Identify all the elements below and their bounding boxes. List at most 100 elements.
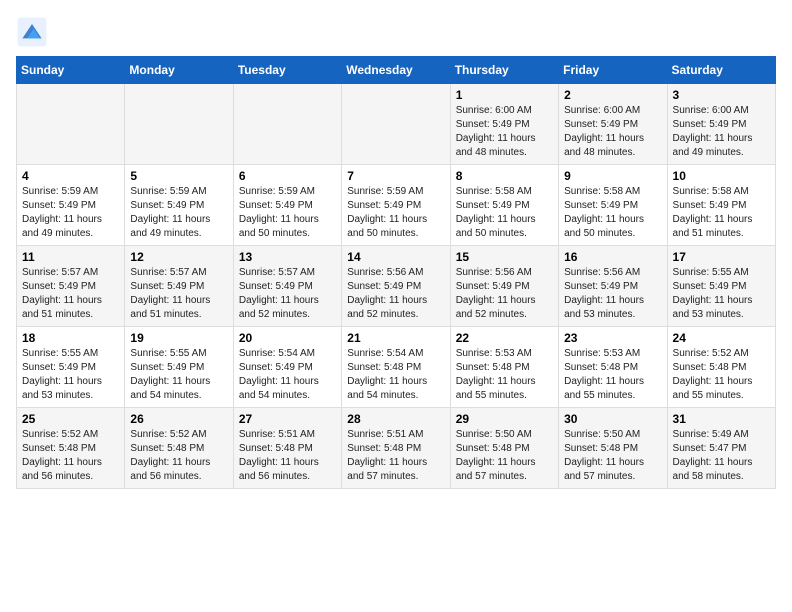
cell-info: Sunrise: 5:49 AM Sunset: 5:47 PM Dayligh…: [673, 428, 770, 484]
cell-info: Sunrise: 5:56 AM Sunset: 5:49 PM Dayligh…: [456, 266, 553, 322]
cell-info: Sunrise: 5:54 AM Sunset: 5:49 PM Dayligh…: [239, 347, 336, 403]
cell-info: Sunrise: 5:57 AM Sunset: 5:49 PM Dayligh…: [130, 266, 227, 322]
day-number: 27: [239, 412, 336, 426]
cell-info: Sunrise: 6:00 AM Sunset: 5:49 PM Dayligh…: [456, 104, 553, 160]
weekday-header: Monday: [125, 57, 233, 84]
calendar-cell: 29 Sunrise: 5:50 AM Sunset: 5:48 PM Dayli…: [450, 408, 558, 489]
day-number: 26: [130, 412, 227, 426]
cell-info: Sunrise: 5:53 AM Sunset: 5:48 PM Dayligh…: [564, 347, 661, 403]
cell-info: Sunrise: 5:51 AM Sunset: 5:48 PM Dayligh…: [239, 428, 336, 484]
day-number: 31: [673, 412, 770, 426]
calendar-cell: 5Sunrise: 5:59 AM Sunset: 5:49 PM Daylig…: [125, 165, 233, 246]
logo: [16, 16, 50, 48]
calendar-cell: [233, 84, 341, 165]
calendar-cell: 8 Sunrise: 5:58 AM Sunset: 5:49 PM Daylig…: [450, 165, 558, 246]
calendar-week-row: 25 Sunrise: 5:52 AM Sunset: 5:48 PM Dayli…: [17, 408, 776, 489]
calendar-cell: 7 Sunrise: 5:59 AM Sunset: 5:49 PM Daylig…: [342, 165, 450, 246]
logo-icon: [16, 16, 48, 48]
day-number: 13: [239, 250, 336, 264]
calendar-cell: [125, 84, 233, 165]
cell-info: Sunrise: 5:52 AM Sunset: 5:48 PM Dayligh…: [22, 428, 119, 484]
day-number: 7: [347, 169, 444, 183]
day-number: 19: [130, 331, 227, 345]
calendar-cell: 24 Sunrise: 5:52 AM Sunset: 5:48 PM Dayli…: [667, 327, 775, 408]
calendar-cell: 28Sunrise: 5:51 AM Sunset: 5:48 PM Dayli…: [342, 408, 450, 489]
cell-info: Sunrise: 6:00 AM Sunset: 5:49 PM Dayligh…: [673, 104, 770, 160]
day-number: 16: [564, 250, 661, 264]
page-header: [16, 16, 776, 48]
cell-info: Sunrise: 6:00 AM Sunset: 5:49 PM Dayligh…: [564, 104, 661, 160]
day-number: 14: [347, 250, 444, 264]
weekday-header: Tuesday: [233, 57, 341, 84]
cell-info: Sunrise: 5:58 AM Sunset: 5:49 PM Dayligh…: [564, 185, 661, 241]
day-number: 17: [673, 250, 770, 264]
cell-info: Sunrise: 5:59 AM Sunset: 5:49 PM Dayligh…: [239, 185, 336, 241]
cell-info: Sunrise: 5:51 AM Sunset: 5:48 PM Dayligh…: [347, 428, 444, 484]
calendar-cell: 12 Sunrise: 5:57 AM Sunset: 5:49 PM Dayli…: [125, 246, 233, 327]
calendar-cell: 30 Sunrise: 5:50 AM Sunset: 5:48 PM Dayli…: [559, 408, 667, 489]
cell-info: Sunrise: 5:58 AM Sunset: 5:49 PM Dayligh…: [673, 185, 770, 241]
day-number: 18: [22, 331, 119, 345]
weekday-header: Sunday: [17, 57, 125, 84]
day-number: 21: [347, 331, 444, 345]
day-number: 22: [456, 331, 553, 345]
day-number: 30: [564, 412, 661, 426]
weekday-header: Wednesday: [342, 57, 450, 84]
day-number: 24: [673, 331, 770, 345]
day-number: 12: [130, 250, 227, 264]
cell-info: Sunrise: 5:58 AM Sunset: 5:49 PM Dayligh…: [456, 185, 553, 241]
calendar-cell: [342, 84, 450, 165]
calendar-cell: 25 Sunrise: 5:52 AM Sunset: 5:48 PM Dayli…: [17, 408, 125, 489]
calendar-cell: 21 Sunrise: 5:54 AM Sunset: 5:48 PM Dayli…: [342, 327, 450, 408]
calendar-table: SundayMondayTuesdayWednesdayThursdayFrid…: [16, 56, 776, 489]
day-number: 8: [456, 169, 553, 183]
calendar-week-row: 1Sunrise: 6:00 AM Sunset: 5:49 PM Daylig…: [17, 84, 776, 165]
cell-info: Sunrise: 5:57 AM Sunset: 5:49 PM Dayligh…: [22, 266, 119, 322]
weekday-header-row: SundayMondayTuesdayWednesdayThursdayFrid…: [17, 57, 776, 84]
calendar-cell: 3 Sunrise: 6:00 AM Sunset: 5:49 PM Daylig…: [667, 84, 775, 165]
cell-info: Sunrise: 5:50 AM Sunset: 5:48 PM Dayligh…: [564, 428, 661, 484]
calendar-cell: 1Sunrise: 6:00 AM Sunset: 5:49 PM Daylig…: [450, 84, 558, 165]
cell-info: Sunrise: 5:52 AM Sunset: 5:48 PM Dayligh…: [130, 428, 227, 484]
cell-info: Sunrise: 5:54 AM Sunset: 5:48 PM Dayligh…: [347, 347, 444, 403]
day-number: 20: [239, 331, 336, 345]
calendar-cell: 22 Sunrise: 5:53 AM Sunset: 5:48 PM Dayli…: [450, 327, 558, 408]
day-number: 4: [22, 169, 119, 183]
day-number: 15: [456, 250, 553, 264]
day-number: 25: [22, 412, 119, 426]
day-number: 5: [130, 169, 227, 183]
cell-info: Sunrise: 5:59 AM Sunset: 5:49 PM Dayligh…: [347, 185, 444, 241]
calendar-week-row: 4 Sunrise: 5:59 AM Sunset: 5:49 PM Daylig…: [17, 165, 776, 246]
weekday-header: Thursday: [450, 57, 558, 84]
calendar-cell: 19 Sunrise: 5:55 AM Sunset: 5:49 PM Dayli…: [125, 327, 233, 408]
calendar-cell: 20 Sunrise: 5:54 AM Sunset: 5:49 PM Dayli…: [233, 327, 341, 408]
calendar-cell: 18Sunrise: 5:55 AM Sunset: 5:49 PM Dayli…: [17, 327, 125, 408]
cell-info: Sunrise: 5:56 AM Sunset: 5:49 PM Dayligh…: [347, 266, 444, 322]
day-number: 6: [239, 169, 336, 183]
cell-info: Sunrise: 5:59 AM Sunset: 5:49 PM Dayligh…: [22, 185, 119, 241]
calendar-week-row: 18 Sunrise: 5:55 AM Sunset: 5:49 PM Dayli…: [17, 327, 776, 408]
day-number: 29: [456, 412, 553, 426]
day-number: 11: [22, 250, 119, 264]
cell-info: Sunrise: 5:56 AM Sunset: 5:49 PM Dayligh…: [564, 266, 661, 322]
weekday-header: Saturday: [667, 57, 775, 84]
calendar-cell: 23Sunrise: 5:53 AM Sunset: 5:48 PM Dayli…: [559, 327, 667, 408]
calendar-cell: 11 Sunrise: 5:57 AM Sunset: 5:49 PM Dayli…: [17, 246, 125, 327]
cell-info: Sunrise: 5:57 AM Sunset: 5:49 PM Dayligh…: [239, 266, 336, 322]
cell-info: Sunrise: 5:55 AM Sunset: 5:49 PM Dayligh…: [130, 347, 227, 403]
calendar-cell: 4 Sunrise: 5:59 AM Sunset: 5:49 PM Daylig…: [17, 165, 125, 246]
day-number: 10: [673, 169, 770, 183]
cell-info: Sunrise: 5:50 AM Sunset: 5:48 PM Dayligh…: [456, 428, 553, 484]
day-number: 2: [564, 88, 661, 102]
cell-info: Sunrise: 5:52 AM Sunset: 5:48 PM Dayligh…: [673, 347, 770, 403]
day-number: 3: [673, 88, 770, 102]
day-number: 9: [564, 169, 661, 183]
calendar-cell: 2 Sunrise: 6:00 AM Sunset: 5:49 PM Daylig…: [559, 84, 667, 165]
calendar-cell: 14 Sunrise: 5:56 AM Sunset: 5:49 PM Dayli…: [342, 246, 450, 327]
calendar-cell: 27 Sunrise: 5:51 AM Sunset: 5:48 PM Dayli…: [233, 408, 341, 489]
calendar-cell: 10 Sunrise: 5:58 AM Sunset: 5:49 PM Dayli…: [667, 165, 775, 246]
calendar-cell: [17, 84, 125, 165]
cell-info: Sunrise: 5:53 AM Sunset: 5:48 PM Dayligh…: [456, 347, 553, 403]
calendar-week-row: 11 Sunrise: 5:57 AM Sunset: 5:49 PM Dayli…: [17, 246, 776, 327]
calendar-cell: 26 Sunrise: 5:52 AM Sunset: 5:48 PM Dayli…: [125, 408, 233, 489]
